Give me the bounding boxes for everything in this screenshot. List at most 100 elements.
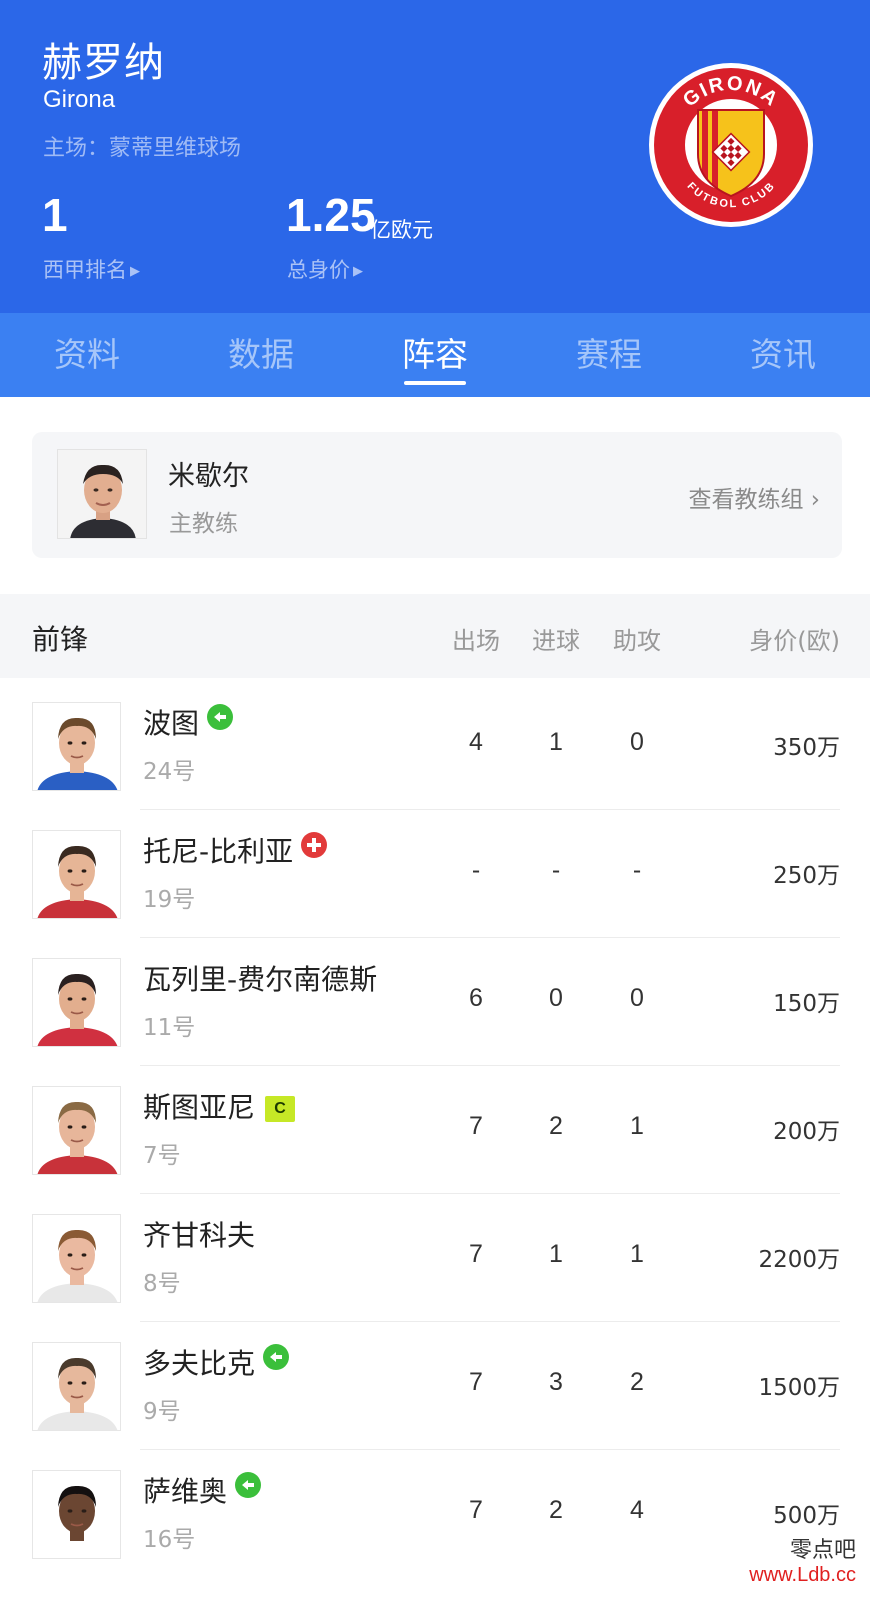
player-assists: 0 [630,984,644,1012]
tab-stats[interactable]: 数据 [174,313,348,397]
player-avatar [32,958,121,1047]
player-number: 9号 [143,1399,181,1425]
return-from-injury-icon [235,1472,262,1498]
column-header-goals: 进球 [532,627,580,655]
league-rank-label: 西甲排名 [43,258,127,282]
team-header: 赫罗纳 Girona 主场：蒙蒂里维球场 1 西甲排名 ▶ 1.25 亿欧元 总身… [0,0,870,313]
player-number: 19号 [143,887,196,913]
league-rank-link[interactable]: 西甲排名 ▶ [43,254,140,284]
player-name: 瓦列里-费尔南德斯 [143,963,378,996]
section-title: 前锋 [32,623,89,656]
player-value: 1500万 [758,1375,840,1401]
triangle-right-icon: ▶ [353,264,363,279]
column-header-value: 身价(欧) [749,627,840,655]
player-row[interactable]: 斯图亚尼 C 7号 7 2 1 200万 [0,1066,870,1194]
player-row[interactable]: 萨维奥 16号 7 2 4 500万 [0,1450,870,1578]
player-number: 8号 [143,1271,181,1297]
player-assists: 4 [630,1496,644,1524]
player-goals: - [551,856,561,884]
team-stadium: 主场：蒙蒂里维球场 [43,136,242,161]
player-name: 斯图亚尼 [143,1091,256,1124]
player-avatar [32,1214,121,1303]
tab-active-indicator [404,381,466,385]
watermark: 零点吧 www.Ldb.cc [749,1532,856,1587]
player-name-line: 托尼-比利亚 [143,830,328,870]
player-number: 7号 [143,1143,181,1169]
player-name: 托尼-比利亚 [143,835,294,868]
coach-card[interactable]: 米歇尔 主教练 查看教练组 › [32,432,842,558]
player-name-line: 瓦列里-费尔南德斯 [143,958,377,998]
watermark-text: 零点吧 [789,1538,856,1563]
player-assists: - [632,856,642,884]
player-avatar [32,1342,121,1431]
player-value: 500万 [773,1503,840,1529]
player-number: 24号 [143,759,196,785]
tab-news[interactable]: 资讯 [696,313,870,397]
player-value: 200万 [773,1119,840,1145]
league-rank-value: 1 [42,189,68,241]
player-name: 波图 [143,707,200,740]
player-goals: 3 [549,1368,563,1396]
player-assists: 2 [630,1368,644,1396]
player-goals: 1 [549,1240,563,1268]
player-row[interactable]: 瓦列里-费尔南德斯 11号 6 0 0 150万 [0,938,870,1066]
team-name-en: Girona [43,86,116,113]
total-value-link[interactable]: 总身价 ▶ [287,254,363,284]
forwards-section-header: 前锋 出场 进球 助攻 身价(欧) [0,594,870,678]
player-name-line: 波图 [143,702,234,742]
total-value-label: 总身价 [287,258,350,282]
tab-bar: 资料 数据 阵容 赛程 资讯 [0,313,870,397]
player-row[interactable]: 多夫比克 9号 7 3 2 1500万 [0,1322,870,1450]
player-name: 多夫比克 [143,1347,256,1380]
player-goals: 1 [549,728,563,756]
player-value: 150万 [773,991,840,1017]
player-avatar [32,702,121,791]
column-header-assists: 助攻 [613,627,661,655]
player-row[interactable]: 齐甘科夫 8号 7 1 1 2200万 [0,1194,870,1322]
view-coaching-staff-link[interactable]: 查看教练组 › [688,480,820,514]
captain-badge: C [265,1096,296,1122]
player-name-line: 斯图亚尼 C [143,1086,296,1126]
player-assists: 1 [630,1112,644,1140]
total-value-number: 1.25 [286,189,376,241]
player-number: 11号 [143,1015,196,1041]
player-assists: 0 [630,728,644,756]
player-apps: 6 [469,984,483,1012]
player-apps: 7 [469,1112,483,1140]
player-value: 2200万 [758,1247,840,1273]
player-avatar [32,830,121,919]
player-value: 350万 [773,735,840,761]
total-value-unit: 亿欧元 [370,218,433,242]
player-goals: 0 [549,984,563,1012]
injury-cross-icon [301,832,328,858]
player-name: 齐甘科夫 [143,1219,256,1252]
return-from-injury-icon [263,1344,290,1370]
player-number: 16号 [143,1527,196,1553]
player-apps: 7 [469,1240,483,1268]
player-name-line: 齐甘科夫 [143,1214,255,1254]
coach-name: 米歇尔 [168,461,249,492]
tab-squad[interactable]: 阵容 [348,313,522,397]
watermark-url: www.Ldb.cc [749,1564,856,1586]
column-header-apps: 出场 [452,627,500,655]
tab-info[interactable]: 资料 [0,313,174,397]
player-avatar [32,1470,121,1559]
player-avatar [32,1086,121,1175]
team-logo: GIRONA FUTBOL CLUB [649,63,813,227]
player-row[interactable]: 波图 24号 4 1 0 350万 [0,682,870,810]
player-assists: 1 [630,1240,644,1268]
player-value: 250万 [773,863,840,889]
tab-schedule[interactable]: 赛程 [522,313,696,397]
player-name-line: 萨维奥 [143,1470,262,1510]
player-name: 萨维奥 [143,1475,228,1508]
coach-avatar [57,449,147,539]
player-goals: 2 [549,1496,563,1524]
team-name-cn: 赫罗纳 [42,40,165,86]
player-apps: 7 [469,1368,483,1396]
player-apps: 4 [469,728,483,756]
player-goals: 2 [549,1112,563,1140]
coach-role: 主教练 [169,511,238,537]
return-from-injury-icon [207,704,234,730]
triangle-right-icon: ▶ [130,264,140,279]
player-row[interactable]: 托尼-比利亚 19号 - - - 250万 [0,810,870,938]
